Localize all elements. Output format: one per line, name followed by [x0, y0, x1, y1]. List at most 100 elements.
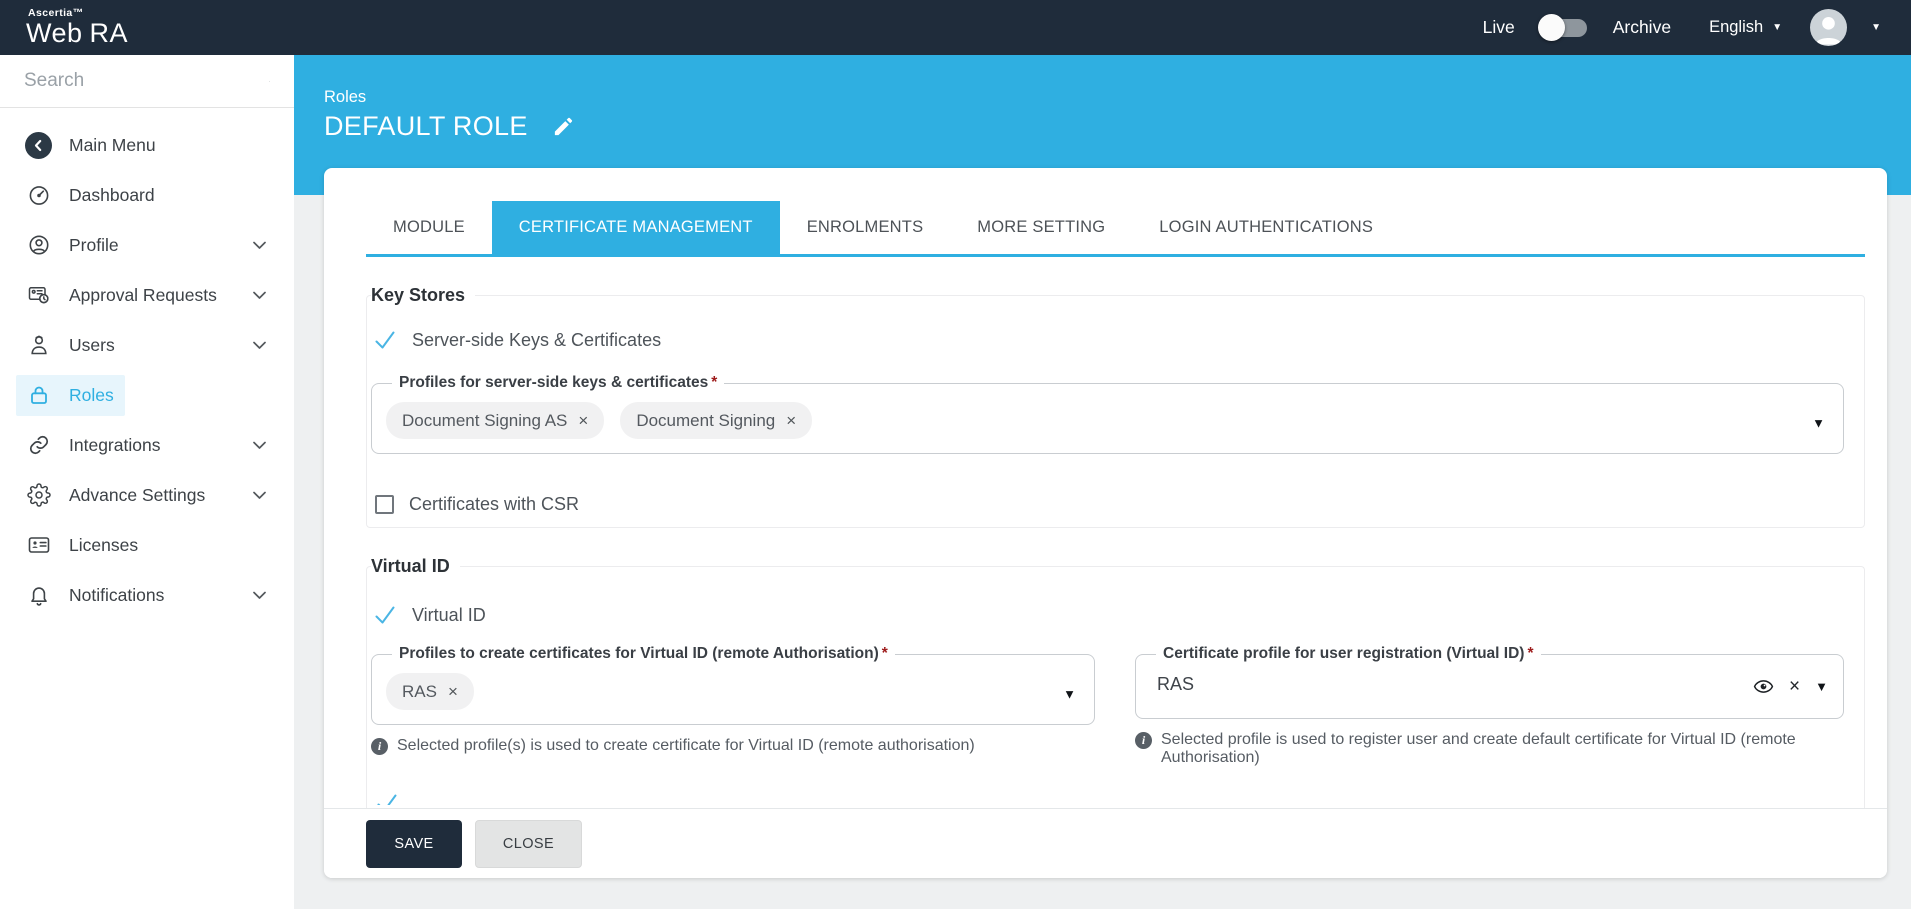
chevron-down-icon — [253, 491, 266, 500]
users-icon — [25, 332, 52, 359]
sidebar-item-advance-settings[interactable]: Advance Settings — [0, 470, 294, 520]
back-circle-icon — [25, 132, 52, 159]
page-title: DEFAULT ROLE — [324, 111, 528, 142]
tab-content: Key Stores Server-side Keys & Certificat… — [324, 257, 1887, 808]
tab-module[interactable]: MODULE — [366, 201, 492, 254]
sidebar-search — [0, 55, 294, 108]
user-avatar[interactable] — [1810, 9, 1847, 46]
save-button[interactable]: SAVE — [366, 820, 462, 868]
info-icon: i — [371, 738, 388, 755]
sidebar-item-licenses[interactable]: Licenses — [0, 520, 294, 570]
profile-tag: RAS × — [386, 673, 474, 710]
tab-bar: MODULE CERTIFICATE MANAGEMENT ENROLMENTS… — [366, 201, 1865, 257]
sidebar-item-profile[interactable]: Profile — [0, 220, 294, 270]
chevron-down-icon — [253, 291, 266, 300]
sidebar-item-integrations[interactable]: Integrations — [0, 420, 294, 470]
sidebar: Main Menu Dashboard Profile — [0, 55, 294, 909]
chevron-down-icon — [253, 441, 266, 450]
server-side-keys-checkbox[interactable]: Server-side Keys & Certificates — [373, 328, 1844, 352]
key-stores-title: Key Stores — [371, 285, 475, 306]
logo-product: WebRA — [26, 20, 128, 47]
required-mark: * — [882, 645, 888, 662]
edit-role-button[interactable] — [552, 115, 575, 138]
tab-enrolments[interactable]: ENROLMENTS — [780, 201, 951, 254]
language-selector[interactable]: English ▼ — [1709, 18, 1782, 37]
checkbox-unchecked[interactable] — [375, 495, 394, 514]
certificates-with-csr-checkbox[interactable]: Certificates with CSR — [375, 494, 1844, 515]
virtual-id-section: Virtual ID Virtual ID Profiles to create… — [366, 556, 1865, 808]
dropdown-caret-icon[interactable]: ▼ — [1815, 680, 1828, 693]
field-label: Profiles to create certificates for Virt… — [399, 645, 879, 662]
checked-icon — [375, 791, 399, 805]
sidebar-item-users[interactable]: Users — [0, 320, 294, 370]
search-icon[interactable] — [269, 71, 270, 92]
chevron-down-icon: ▼ — [1772, 23, 1782, 33]
field-label: Certificate profile for user registratio… — [1163, 645, 1524, 662]
person-icon — [1810, 9, 1847, 46]
id-card-icon — [25, 532, 52, 559]
link-icon — [25, 432, 52, 459]
lock-icon — [25, 382, 52, 409]
logo-company: Ascertia™ — [28, 8, 128, 19]
profile-tag: Document Signing AS × — [386, 402, 604, 439]
helper-text: i Selected profile(s) is used to create … — [371, 737, 1095, 755]
top-navbar: Ascertia™ WebRA Live Archive English ▼ ▼ — [0, 0, 1911, 55]
sidebar-item-dashboard[interactable]: Dashboard — [0, 170, 294, 220]
sidebar-nav: Main Menu Dashboard Profile — [0, 108, 294, 620]
tab-more-setting[interactable]: MORE SETTING — [950, 201, 1132, 254]
checked-icon — [373, 603, 397, 627]
virtual-id-title: Virtual ID — [371, 556, 460, 577]
archive-label: Archive — [1613, 17, 1671, 38]
remove-tag-icon[interactable]: × — [786, 412, 796, 429]
profile-icon — [25, 232, 52, 259]
virtual-id-profiles-field[interactable]: Profiles to create certificates for Virt… — [371, 645, 1095, 725]
selected-profiles: Document Signing AS × Document Signing × — [386, 402, 1787, 439]
chevron-down-icon — [253, 241, 266, 250]
selected-profiles: RAS × — [386, 673, 1038, 710]
bell-icon — [25, 582, 52, 609]
sidebar-item-roles[interactable]: Roles — [0, 370, 294, 420]
close-button[interactable]: CLOSE — [475, 820, 582, 868]
eye-icon[interactable] — [1753, 676, 1774, 697]
remove-tag-icon[interactable]: × — [448, 683, 458, 700]
search-input[interactable] — [24, 70, 269, 92]
field-label: Profiles for server-side keys & certific… — [399, 374, 708, 391]
tab-login-authentications[interactable]: LOGIN AUTHENTICATIONS — [1132, 201, 1400, 254]
required-mark: * — [711, 374, 717, 391]
pencil-icon — [552, 115, 575, 138]
key-stores-section: Key Stores Server-side Keys & Certificat… — [366, 285, 1865, 528]
checked-icon — [373, 328, 397, 352]
breadcrumb: Roles — [324, 88, 1911, 107]
account-menu-caret[interactable]: ▼ — [1871, 23, 1881, 33]
approval-requests-icon — [25, 282, 52, 309]
clear-selection-icon[interactable]: × — [1789, 677, 1800, 696]
sidebar-item-approval-requests[interactable]: Approval Requests — [0, 270, 294, 320]
info-icon: i — [1135, 732, 1152, 749]
gear-icon — [25, 482, 52, 509]
card-footer: SAVE CLOSE — [324, 808, 1887, 878]
profile-tag: Document Signing × — [620, 402, 812, 439]
dropdown-caret-icon[interactable]: ▼ — [1812, 416, 1825, 429]
selected-profile-value: RAS — [1150, 669, 1787, 704]
sidebar-item-notifications[interactable]: Notifications — [0, 570, 294, 620]
live-label: Live — [1483, 17, 1515, 38]
helper-text: i Selected profile is used to register u… — [1135, 731, 1844, 767]
required-mark: * — [1527, 645, 1533, 662]
user-registration-profile-field[interactable]: Certificate profile for user registratio… — [1135, 645, 1844, 719]
server-side-profiles-field[interactable]: Profiles for server-side keys & certific… — [371, 374, 1844, 454]
app-logo[interactable]: Ascertia™ WebRA — [26, 8, 128, 48]
role-settings-card: MODULE CERTIFICATE MANAGEMENT ENROLMENTS… — [324, 168, 1887, 878]
tab-certificate-management[interactable]: CERTIFICATE MANAGEMENT — [492, 201, 780, 254]
virtual-id-checkbox[interactable]: Virtual ID — [373, 603, 1844, 627]
chevron-down-icon — [253, 591, 266, 600]
toggle-knob[interactable] — [1538, 14, 1565, 41]
dashboard-icon — [25, 182, 52, 209]
chevron-down-icon — [253, 341, 266, 350]
main-area: Roles DEFAULT ROLE MODULE CERTIFICATE MA… — [294, 55, 1911, 909]
remove-tag-icon[interactable]: × — [578, 412, 588, 429]
dropdown-caret-icon[interactable]: ▼ — [1063, 687, 1076, 700]
clipped-checkbox-row — [375, 791, 1844, 805]
language-label: English — [1709, 18, 1763, 37]
sidebar-item-main-menu[interactable]: Main Menu — [0, 120, 294, 170]
live-archive-toggle[interactable] — [1541, 19, 1587, 37]
